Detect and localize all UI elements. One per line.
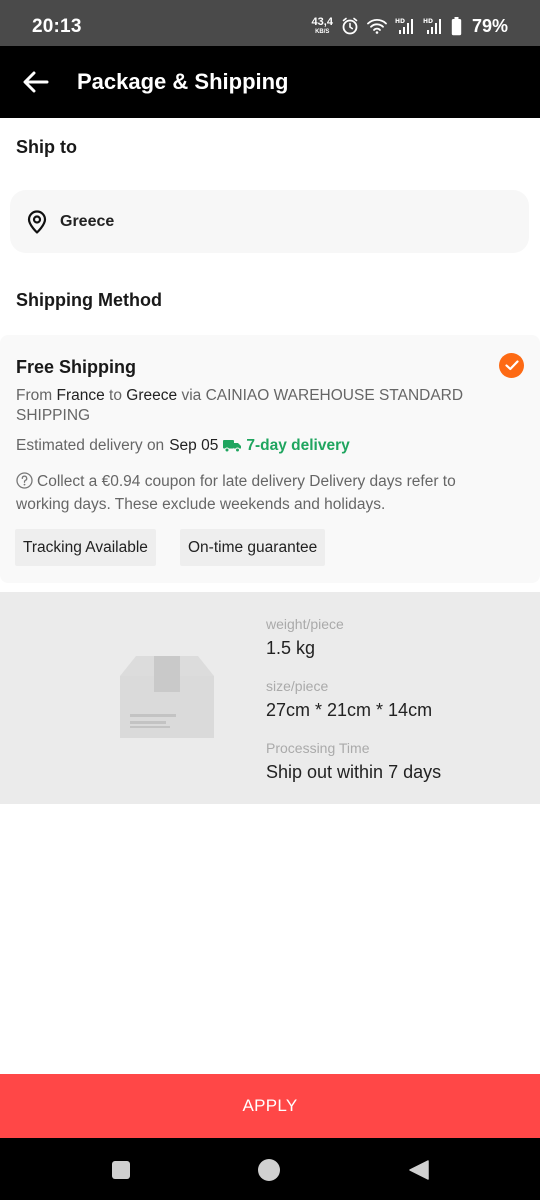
delivery-truck-icon [223,439,242,453]
shipping-option-free[interactable]: Free Shipping From France to Greece via … [0,335,540,583]
coupon-note-text: Collect a €0.94 coupon for late delivery… [16,473,456,513]
eta-label: Estimated delivery on [16,437,165,454]
tag-tracking-available: Tracking Available [15,529,156,566]
recents-button[interactable] [109,1158,133,1182]
late-delivery-coupon-note: Collect a €0.94 coupon for late delivery… [16,472,486,515]
package-details: weight/piece 1.5 kg size/piece 27cm * 21… [0,592,540,804]
processing-spec: Processing Time Ship out within 7 days [266,740,441,783]
svg-text:HD: HD [423,18,433,25]
square-icon [112,1161,130,1179]
shipping-method-title: Shipping Method [16,290,162,310]
shipping-route: From France to Greece via CAINIAO WAREHO… [16,386,486,426]
eta-date: Sep 05 [169,437,219,454]
route-to-label: to [109,387,122,404]
size-label: size/piece [266,678,329,694]
arrow-left-icon [23,71,49,93]
estimated-delivery: Estimated delivery on Sep 05 7-day deliv… [16,437,350,455]
signal-hd-icon: HD [423,17,443,35]
weight-label: weight/piece [266,616,344,632]
size-spec: size/piece 27cm * 21cm * 14cm [266,678,432,721]
status-time: 20:13 [32,16,82,37]
package-box-icon [118,654,216,740]
size-value: 27cm * 21cm * 14cm [266,700,433,720]
processing-label: Processing Time [266,740,370,756]
page-title: Package & Shipping [77,69,289,94]
battery-icon [451,16,462,36]
route-from-label: From [16,387,53,404]
battery-percent: 79% [471,15,508,36]
weight-spec: weight/piece 1.5 kg [266,616,344,659]
location-pin-icon [26,209,48,234]
route-destination: Greece [126,387,178,404]
svg-text:HD: HD [395,18,405,25]
app-bar: Package & Shipping [0,46,540,118]
signal-hd-icon: HD [395,17,415,35]
wifi-icon [367,18,387,34]
checkmark-selected-icon[interactable] [499,353,524,378]
network-speed: 43,4 KB/S [311,16,333,36]
processing-value: Ship out within 7 days [266,762,442,782]
ship-to-country: Greece [60,212,115,230]
network-speed-value: 43,4 [311,16,333,28]
home-button[interactable] [257,1158,281,1182]
route-origin: France [56,387,105,404]
system-navigation-bar [0,1138,540,1200]
fast-delivery-badge: 7-day delivery [246,437,350,454]
apply-button[interactable]: APPLY [0,1074,540,1138]
status-icons: 43,4 KB/S HD HD 79% [312,13,508,39]
ship-to-location-selector[interactable]: Greece [10,190,529,253]
system-back-button[interactable] [407,1158,431,1182]
network-speed-unit: KB/S [315,29,330,35]
alarm-icon [341,17,359,35]
triangle-back-icon [409,1160,429,1180]
circle-icon [258,1159,280,1181]
back-button[interactable] [20,66,52,98]
tag-on-time-guarantee: On-time guarantee [180,529,326,566]
ship-to-title: Ship to [16,137,77,157]
weight-value: 1.5 kg [266,638,316,658]
shipping-option-name: Free Shipping [16,357,137,377]
status-bar: 20:13 43,4 KB/S HD HD 79% [0,0,540,46]
help-circle-icon[interactable] [16,472,33,495]
